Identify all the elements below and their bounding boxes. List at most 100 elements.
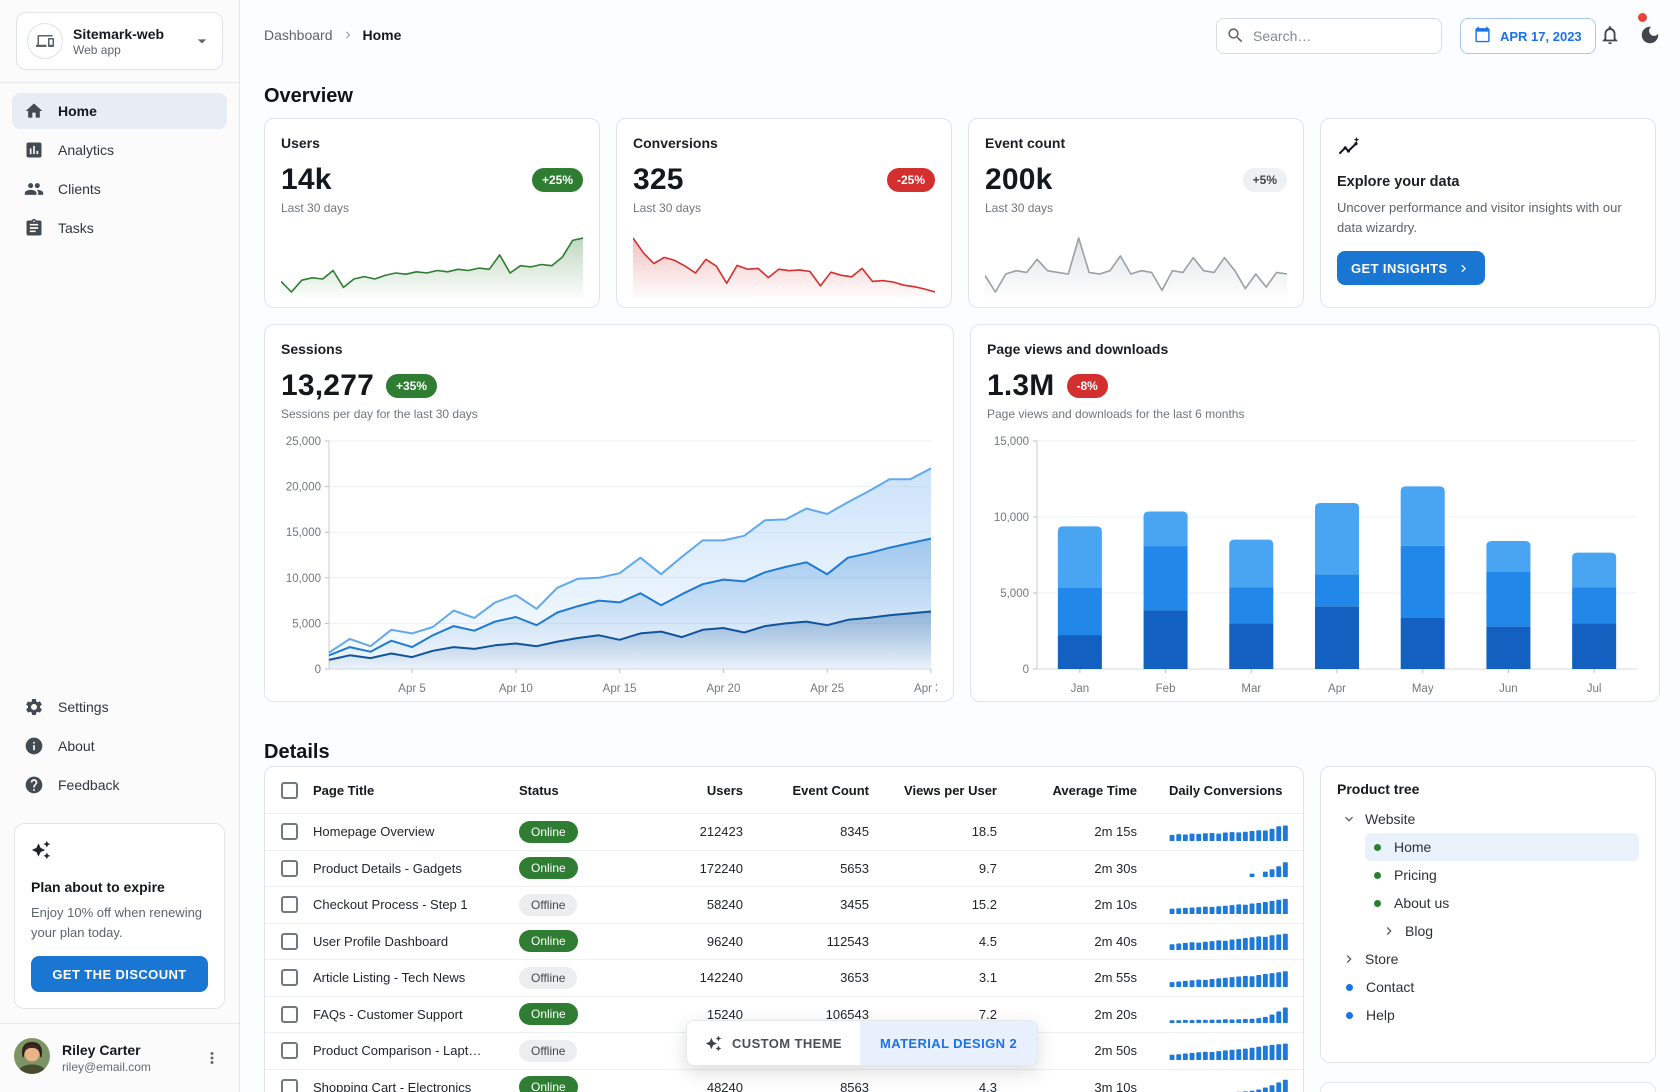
average-time-cell: 2m 55s (1013, 970, 1153, 985)
tree-item-home[interactable]: Home (1365, 833, 1639, 861)
table-row[interactable]: Homepage OverviewOnline212423834518.52m … (265, 814, 1303, 851)
sidebar-item-home[interactable]: Home (12, 93, 227, 129)
trend-chip: -25% (887, 168, 935, 192)
daily-conversions-cell (1153, 1078, 1303, 1092)
views-per-user-cell: 3.1 (885, 970, 1013, 985)
table-row[interactable]: Checkout Process - Step 1Offline58240345… (265, 887, 1303, 924)
users-cell: 48240 (647, 1080, 759, 1092)
sidebar-item-about[interactable]: About (12, 728, 227, 764)
get-insights-button[interactable]: GET INSIGHTS (1337, 251, 1485, 285)
bell-icon (1599, 24, 1621, 49)
calendar-icon (1474, 26, 1491, 46)
card-title: Event count (985, 135, 1287, 151)
tree-item-label: About us (1394, 895, 1449, 911)
row-checkbox[interactable] (281, 1006, 298, 1023)
green-dot-icon (1374, 872, 1381, 879)
user-profile: Riley Carter riley@email.com (0, 1024, 239, 1092)
user-name: Riley Carter (62, 1042, 151, 1058)
tree-item-label: Home (1394, 839, 1431, 855)
custom-theme-button[interactable]: CUSTOM THEME (687, 1021, 860, 1065)
table-row[interactable]: Product Details - GadgetsOnline172240565… (265, 851, 1303, 888)
charts-row: Sessions 13,277 +35% Sessions per day fo… (264, 324, 1656, 702)
explore-data-card: Explore your data Uncover performance an… (1320, 118, 1656, 308)
status-cell: Online (519, 930, 647, 952)
header-checkbox-cell (265, 782, 313, 799)
tree-item-website[interactable]: Website (1337, 805, 1639, 833)
users-sparkline (281, 235, 583, 297)
svg-text:Apr 5: Apr 5 (398, 683, 426, 695)
card-value: 325 (633, 163, 684, 197)
tree-item-blog[interactable]: Blog (1377, 917, 1639, 945)
table-row[interactable]: Article Listing - Tech NewsOffline142240… (265, 960, 1303, 997)
conversions-card[interactable]: Conversions 325 -25% Last 30 days (616, 118, 952, 308)
daily-conversions-sparkline (1169, 823, 1289, 841)
get-discount-button[interactable]: GET THE DISCOUNT (31, 956, 208, 992)
main-content: Dashboard Home APR 17, 2023 (240, 0, 1680, 1092)
blue-dot-icon (1346, 984, 1353, 991)
date-picker-button[interactable]: APR 17, 2023 (1460, 18, 1596, 54)
tree-item-help[interactable]: Help (1337, 1001, 1639, 1029)
row-checkbox[interactable] (281, 933, 298, 950)
search-input[interactable] (1216, 18, 1442, 54)
breadcrumb-dashboard[interactable]: Dashboard (264, 27, 333, 43)
details-heading: Details (264, 741, 330, 764)
sidebar-item-feedback[interactable]: Feedback (12, 767, 227, 803)
tree-item-store[interactable]: Store (1337, 945, 1639, 973)
chevron-right-icon (341, 28, 355, 42)
table-row[interactable]: Shopping Cart - ElectronicsOnline4824085… (265, 1070, 1303, 1092)
svg-text:Mar: Mar (1241, 683, 1261, 695)
event-count-sparkline (985, 235, 1287, 297)
sidebar-item-settings[interactable]: Settings (12, 689, 227, 725)
column-header: Users (647, 783, 759, 798)
daily-conversions-cell (1153, 859, 1303, 877)
tree-item-label: Website (1365, 811, 1415, 827)
row-checkbox[interactable] (281, 896, 298, 913)
svg-text:0: 0 (315, 664, 321, 676)
search-box (1216, 18, 1442, 54)
workspace-selector[interactable]: Sitemark-web Web app (16, 12, 223, 70)
row-checkbox-cell (265, 1006, 313, 1023)
page-views-card: Page views and downloads 1.3M -8% Page v… (970, 324, 1660, 702)
event-count-card[interactable]: Event count 200k +5% Last 30 days (968, 118, 1304, 308)
row-checkbox[interactable] (281, 969, 298, 986)
row-checkbox-cell (265, 969, 313, 986)
sidebar-item-tasks[interactable]: Tasks (12, 210, 227, 246)
row-checkbox[interactable] (281, 1042, 298, 1059)
table-header-row: Page TitleStatusUsersEvent CountViews pe… (265, 767, 1303, 814)
notifications-button[interactable] (1592, 18, 1628, 54)
sidebar-nav: HomeAnalyticsClientsTasks (0, 83, 239, 256)
product-tree-card: Product tree WebsiteHomePricingAbout usB… (1320, 766, 1656, 1063)
user-email: riley@email.com (62, 1060, 151, 1074)
daily-conversions-sparkline (1169, 969, 1289, 987)
daily-conversions-cell (1153, 823, 1303, 841)
status-badge: Online (519, 1076, 578, 1092)
daily-conversions-sparkline (1169, 859, 1289, 877)
user-menu-button[interactable] (199, 1045, 225, 1071)
users-card[interactable]: Users 14k +25% Last 30 days (264, 118, 600, 308)
status-cell: Online (519, 1003, 647, 1025)
sidebar-item-clients[interactable]: Clients (12, 171, 227, 207)
sidebar: Sitemark-web Web app HomeAnalyticsClient… (0, 0, 240, 1092)
svg-text:5,000: 5,000 (1000, 588, 1029, 600)
status-cell: Offline (519, 1040, 647, 1062)
workspace-type: Web app (73, 43, 164, 57)
dark-mode-toggle[interactable] (1632, 18, 1668, 54)
page-title-cell: User Profile Dashboard (313, 934, 519, 949)
sidebar-item-analytics[interactable]: Analytics (12, 132, 227, 168)
material-design-2-button[interactable]: MATERIAL DESIGN 2 (860, 1021, 1037, 1065)
row-checkbox[interactable] (281, 1079, 298, 1092)
tree-item-label: Store (1365, 951, 1398, 967)
tree-item-contact[interactable]: Contact (1337, 973, 1639, 1001)
table-row[interactable]: User Profile DashboardOnline962401125434… (265, 924, 1303, 961)
card-value: 14k (281, 163, 332, 197)
row-checkbox[interactable] (281, 823, 298, 840)
pageviews-value: 1.3M (987, 369, 1055, 403)
tree-item-about-us[interactable]: About us (1365, 889, 1639, 917)
column-header: Page Title (313, 783, 519, 798)
tree-item-pricing[interactable]: Pricing (1365, 861, 1639, 889)
row-checkbox[interactable] (281, 860, 298, 877)
daily-conversions-sparkline (1169, 1078, 1289, 1092)
chevron-down-icon (192, 31, 212, 51)
select-all-checkbox[interactable] (281, 782, 298, 799)
svg-text:Apr 10: Apr 10 (499, 683, 533, 695)
